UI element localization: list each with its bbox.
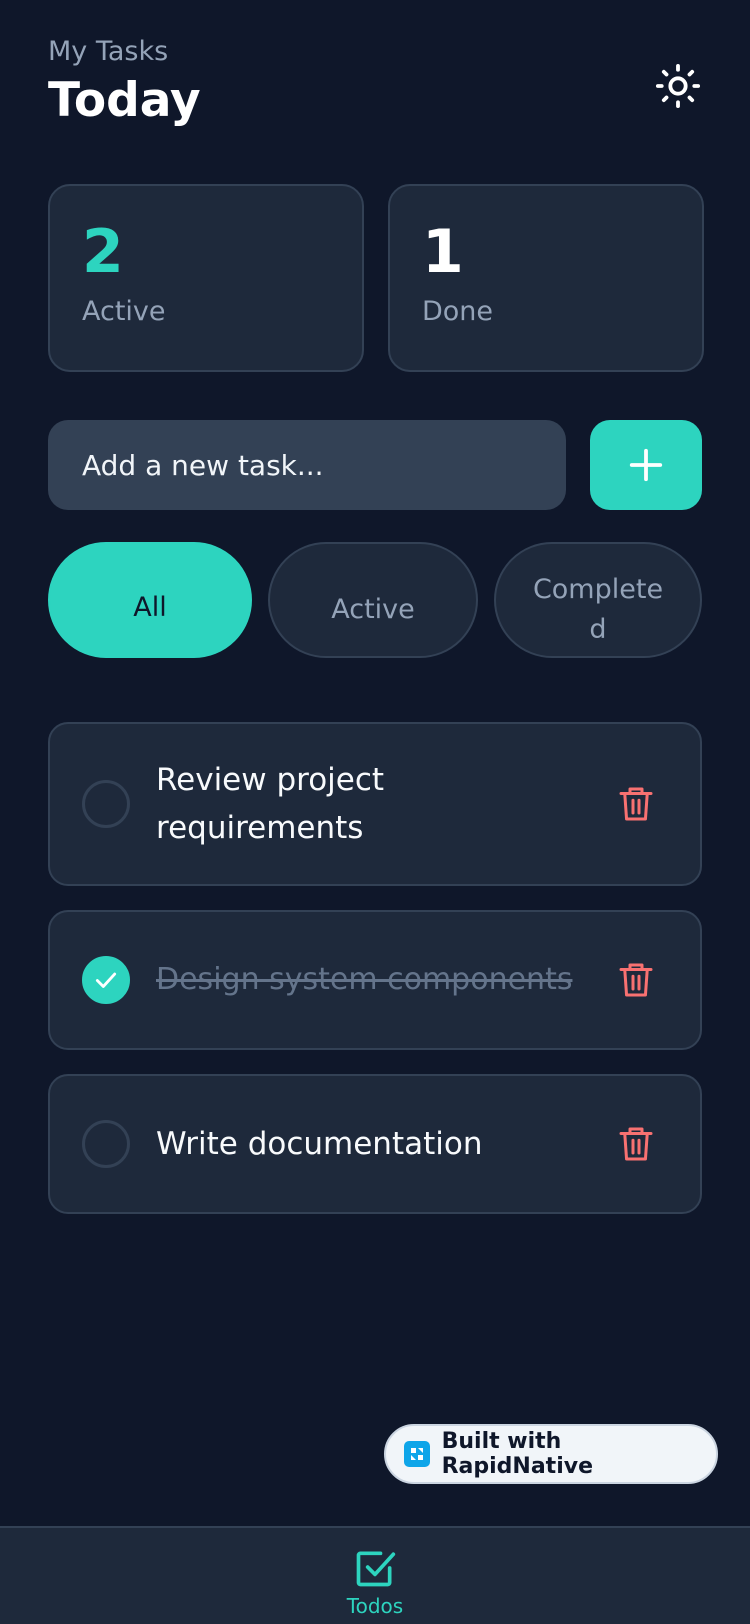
delete-todo-button[interactable] bbox=[612, 780, 660, 828]
tab-todos[interactable]: Todos bbox=[325, 1546, 425, 1624]
trash-icon bbox=[619, 1127, 653, 1161]
header: My Tasks Today bbox=[48, 34, 201, 130]
todo-checkbox-checked[interactable] bbox=[82, 956, 130, 1004]
delete-todo-button[interactable] bbox=[612, 956, 660, 1004]
sun-icon bbox=[655, 63, 701, 109]
header-subtitle: My Tasks bbox=[48, 36, 169, 67]
filter-active-button[interactable]: Active bbox=[268, 542, 478, 658]
todo-screen: My Tasks Today 2 Active 1 Done All Activ… bbox=[0, 0, 750, 1624]
active-count-card: 2 Active bbox=[48, 184, 364, 372]
check-icon bbox=[95, 972, 117, 988]
active-count-label: Active bbox=[82, 296, 166, 327]
checkbox-icon bbox=[356, 1551, 396, 1587]
todo-text: Review project requirements bbox=[156, 762, 385, 846]
built-with-badge[interactable]: Built with RapidNative bbox=[384, 1424, 718, 1484]
todo-item: Review project requirements bbox=[48, 722, 702, 886]
active-count: 2 bbox=[82, 217, 124, 287]
badge-label: Built with RapidNative bbox=[441, 1429, 593, 1479]
todo-item: Write documentation bbox=[48, 1074, 702, 1214]
todo-checkbox[interactable] bbox=[82, 780, 130, 828]
todo-item: Design system components bbox=[48, 910, 702, 1050]
todo-text: Write documentation bbox=[156, 1126, 483, 1162]
trash-icon bbox=[619, 963, 653, 997]
rapidnative-logo-icon bbox=[404, 1441, 430, 1467]
trash-icon bbox=[619, 787, 653, 821]
new-task-input[interactable] bbox=[48, 420, 566, 510]
theme-toggle-button[interactable] bbox=[648, 56, 708, 116]
done-count-label: Done bbox=[422, 296, 494, 327]
plus-icon bbox=[629, 448, 663, 482]
todo-checkbox[interactable] bbox=[82, 1120, 130, 1168]
filter-all-button[interactable]: All bbox=[48, 542, 252, 658]
bottom-tab-bar: Todos bbox=[0, 1526, 750, 1624]
delete-todo-button[interactable] bbox=[612, 1120, 660, 1168]
todo-text-completed: Design system components bbox=[156, 962, 573, 997]
done-count-card: 1 Done bbox=[388, 184, 704, 372]
done-count: 1 bbox=[422, 217, 464, 287]
tab-todos-label: Todos bbox=[346, 1594, 404, 1618]
add-task-button[interactable] bbox=[590, 420, 702, 510]
page-title: Today bbox=[48, 73, 201, 128]
filter-completed-button[interactable]: Completed bbox=[494, 542, 702, 658]
